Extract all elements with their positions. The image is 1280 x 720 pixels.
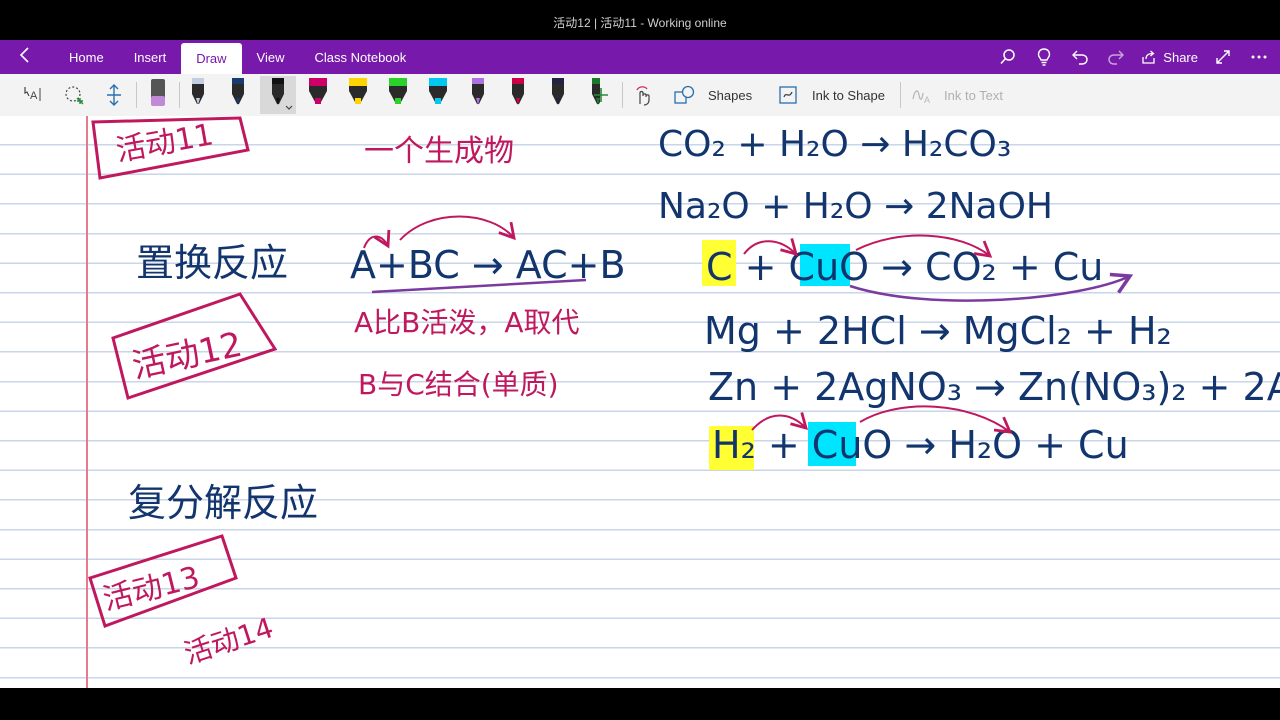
pen-7[interactable] — [429, 78, 447, 104]
equation-na2o-h2o: Na₂O + H₂O → 2NaOH — [658, 186, 1053, 227]
add-space-icon — [107, 84, 121, 106]
text-select-icon: A — [24, 87, 41, 102]
shapes-label: Shapes — [708, 87, 753, 103]
search-icon[interactable] — [997, 46, 1019, 68]
pen-6[interactable] — [389, 78, 407, 104]
share-label: Share — [1163, 49, 1198, 65]
explanation-line-2: B与C结合(单质) — [358, 368, 559, 401]
tab-insert[interactable]: Insert — [119, 40, 182, 74]
tab-class-notebook[interactable]: Class Notebook — [300, 40, 422, 74]
one-product-note: 一个生成物 — [364, 134, 514, 169]
tab-draw[interactable]: Draw — [181, 43, 242, 74]
ink-to-shape-icon — [779, 86, 797, 104]
pen-1[interactable] — [192, 78, 204, 105]
arrow-b-to-c — [399, 215, 516, 241]
ribbon-tabs: Home Insert Draw View Class Notebook — [54, 40, 421, 74]
draw-toolbar: A Shapes Ink to Shape A Ink to Text — [0, 74, 1280, 117]
type-text-tool[interactable]: A — [20, 74, 48, 116]
add-space-tool[interactable] — [100, 74, 128, 116]
eraser-tool[interactable] — [143, 76, 173, 114]
lightbulb-icon[interactable] — [1033, 46, 1055, 68]
lasso-select-tool[interactable] — [60, 74, 88, 116]
add-pen-button[interactable] — [588, 74, 614, 116]
explanation-line-1: A比B活泼，A取代 — [354, 306, 580, 339]
tab-view[interactable]: View — [242, 40, 300, 74]
displacement-reaction-title: 置换反应 — [136, 241, 288, 285]
redo-icon[interactable] — [1105, 46, 1127, 68]
ink-to-shape-button[interactable]: Ink to Shape — [778, 74, 890, 116]
equation-h2-cuo: H₂ + CuO → H₂O + Cu — [712, 423, 1129, 467]
pen-tray[interactable] — [180, 74, 600, 116]
svg-text:A: A — [30, 90, 38, 102]
bottom-bar — [0, 688, 1280, 720]
undo-icon[interactable] — [1069, 46, 1091, 68]
chevron-left-icon — [19, 47, 29, 63]
pen-9[interactable] — [512, 78, 524, 105]
more-options-icon[interactable] — [1248, 46, 1270, 68]
equation-mg-hcl: Mg + 2HCl → MgCl₂ + H₂ — [704, 309, 1172, 353]
note-page[interactable]: 活动11 一个生成物 活动12 A比B活泼，A取代 B与C结合(单质) 活动13… — [0, 116, 1280, 688]
shapes-icon — [674, 85, 695, 104]
pen-8[interactable] — [472, 78, 484, 105]
pen-5[interactable] — [349, 78, 367, 104]
plus-icon — [594, 88, 608, 102]
pen-4[interactable] — [309, 78, 327, 104]
svg-text:A: A — [924, 95, 930, 105]
lasso-icon — [65, 86, 84, 105]
shapes-button[interactable]: Shapes — [674, 74, 764, 116]
ink-to-text-button[interactable]: A Ink to Text — [910, 74, 1010, 116]
tab-home[interactable]: Home — [54, 40, 119, 74]
ink-to-text-icon: A — [912, 90, 930, 105]
ribbon: Home Insert Draw View Class Notebook Sha… — [0, 40, 1280, 74]
ink-to-shape-label: Ink to Shape — [812, 87, 885, 103]
share-icon — [1142, 50, 1155, 64]
double-decomposition-title: 复分解反应 — [128, 481, 318, 525]
share-button[interactable]: Share — [1141, 49, 1198, 65]
equation-co2-h2o: CO₂ + H₂O → H₂CO₃ — [658, 124, 1011, 165]
ink-to-text-label: Ink to Text — [944, 87, 1004, 103]
back-button[interactable] — [14, 46, 36, 68]
equation-zn-agno3: Zn + 2AgNO₃ → Zn(NO₃)₂ + 2Ag — [708, 365, 1280, 409]
equation-c-cuo: C + CuO → CO₂ + Cu — [706, 245, 1103, 289]
touch-drawing-tool[interactable] — [630, 74, 656, 116]
expand-icon[interactable] — [1212, 46, 1234, 68]
touch-draw-icon — [636, 86, 650, 106]
ink-canvas[interactable]: 活动11 一个生成物 活动12 A比B活泼，A取代 B与C结合(单质) 活动13… — [0, 116, 1280, 688]
title-bar: 活动12 | 活动11 - Working online — [0, 0, 1280, 40]
eraser-icon — [151, 79, 165, 106]
activity-14-label: 活动14 — [180, 611, 277, 671]
pen-10[interactable] — [552, 78, 564, 105]
window-title: 活动12 | 活动11 - Working online — [553, 16, 727, 30]
pen-3[interactable] — [260, 76, 296, 114]
activity-11-label: 活动11 — [113, 117, 216, 169]
pen-2[interactable] — [232, 78, 244, 105]
